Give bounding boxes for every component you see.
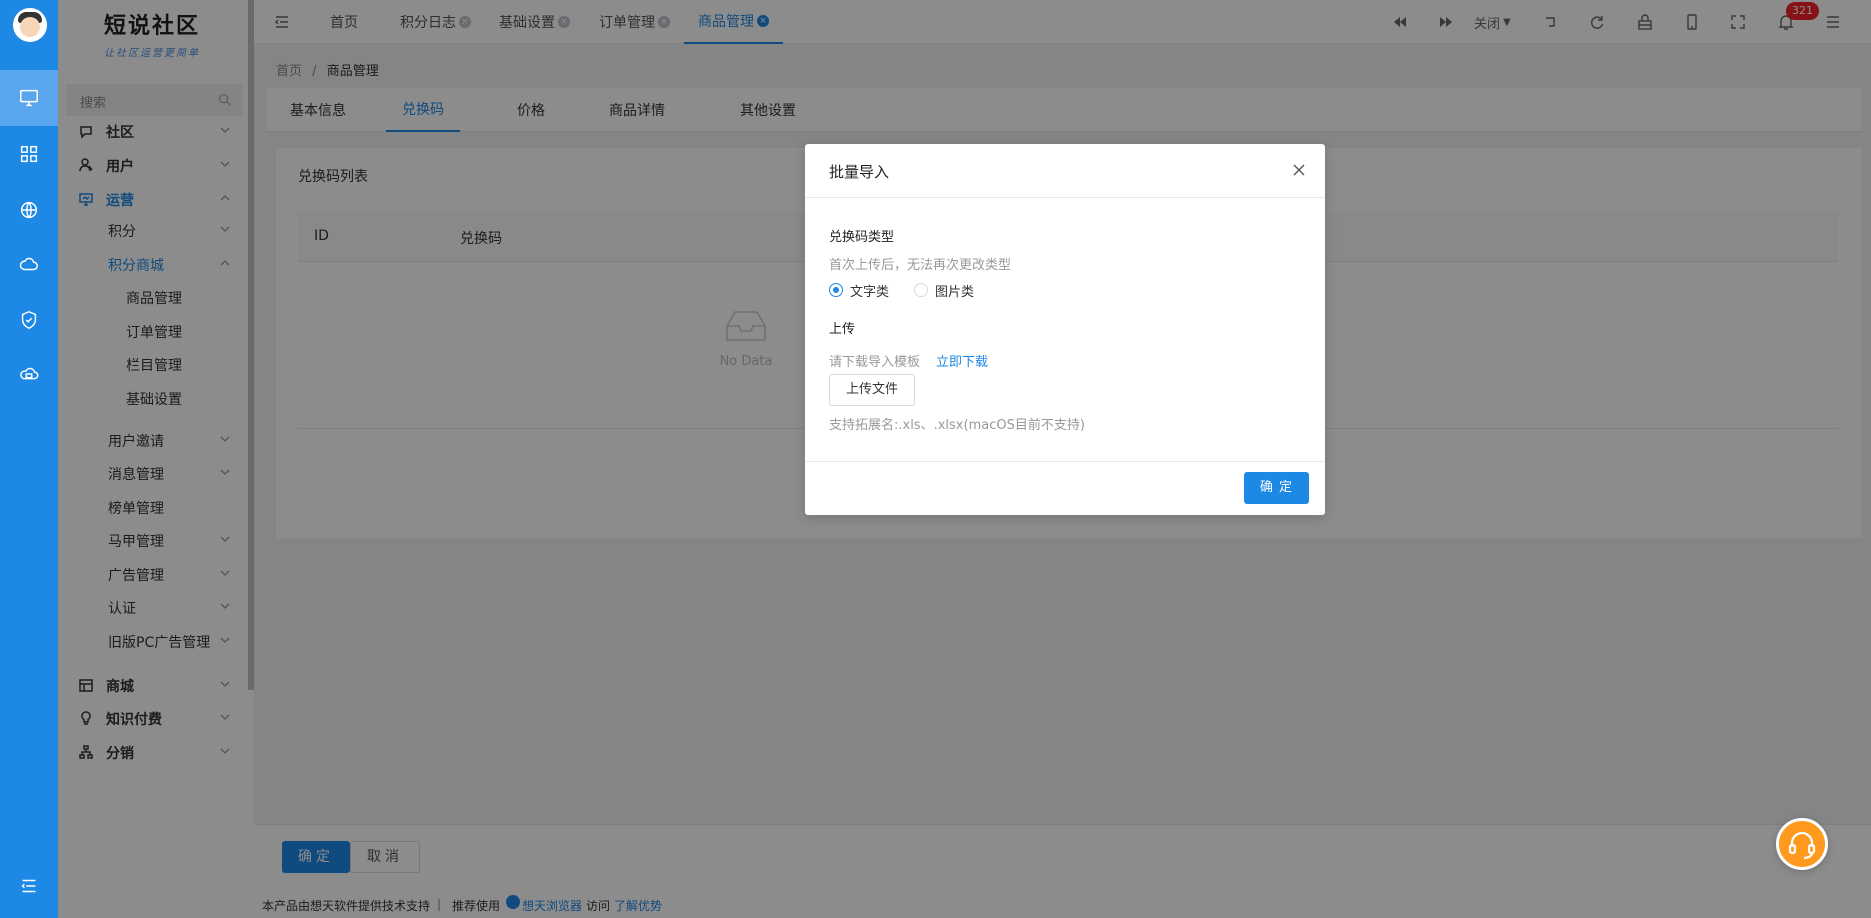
collapse-rail-icon[interactable]	[0, 858, 58, 914]
download-template-link[interactable]: 立即下载	[936, 351, 988, 370]
shield-rail-icon[interactable]	[0, 292, 58, 348]
avatar[interactable]	[13, 8, 47, 42]
template-hint: 请下载导入模板	[829, 355, 921, 370]
radio-text-type[interactable]	[829, 283, 843, 297]
radio-image-type[interactable]	[914, 283, 928, 297]
grid-rail-icon[interactable]	[0, 126, 58, 182]
extension-hint: 支持拓展名:.xls、.xlsx(macOS目前不支持)	[829, 418, 1085, 433]
upload-label: 上传	[829, 322, 856, 337]
globe-rail-icon[interactable]	[0, 182, 58, 238]
dialog-footer: 确 定	[805, 461, 1325, 515]
upload-file-button[interactable]: 上传文件	[829, 374, 916, 406]
dialog-confirm-button[interactable]: 确 定	[1243, 472, 1309, 504]
radio-text-type-label[interactable]: 文字类	[850, 281, 889, 300]
code-type-label: 兑换码类型	[829, 230, 895, 245]
cloud-store-rail-icon[interactable]	[0, 346, 58, 402]
customer-service-button[interactable]	[1776, 818, 1828, 870]
batch-import-dialog: 批量导入 兑换码类型 首次上传后，无法再次更改类型 文字类 图片类 上传 请下载…	[805, 144, 1325, 515]
icon-rail	[0, 0, 58, 918]
close-icon[interactable]	[1291, 162, 1307, 178]
code-type-hint: 首次上传后，无法再次更改类型	[829, 258, 1012, 273]
dialog-header: 批量导入	[805, 144, 1325, 198]
cloud-rail-icon[interactable]	[0, 236, 58, 292]
headset-icon	[1788, 831, 1816, 860]
dialog-title: 批量导入	[829, 163, 890, 181]
monitor-rail-icon[interactable]	[0, 70, 58, 126]
radio-image-type-label[interactable]: 图片类	[935, 281, 974, 300]
